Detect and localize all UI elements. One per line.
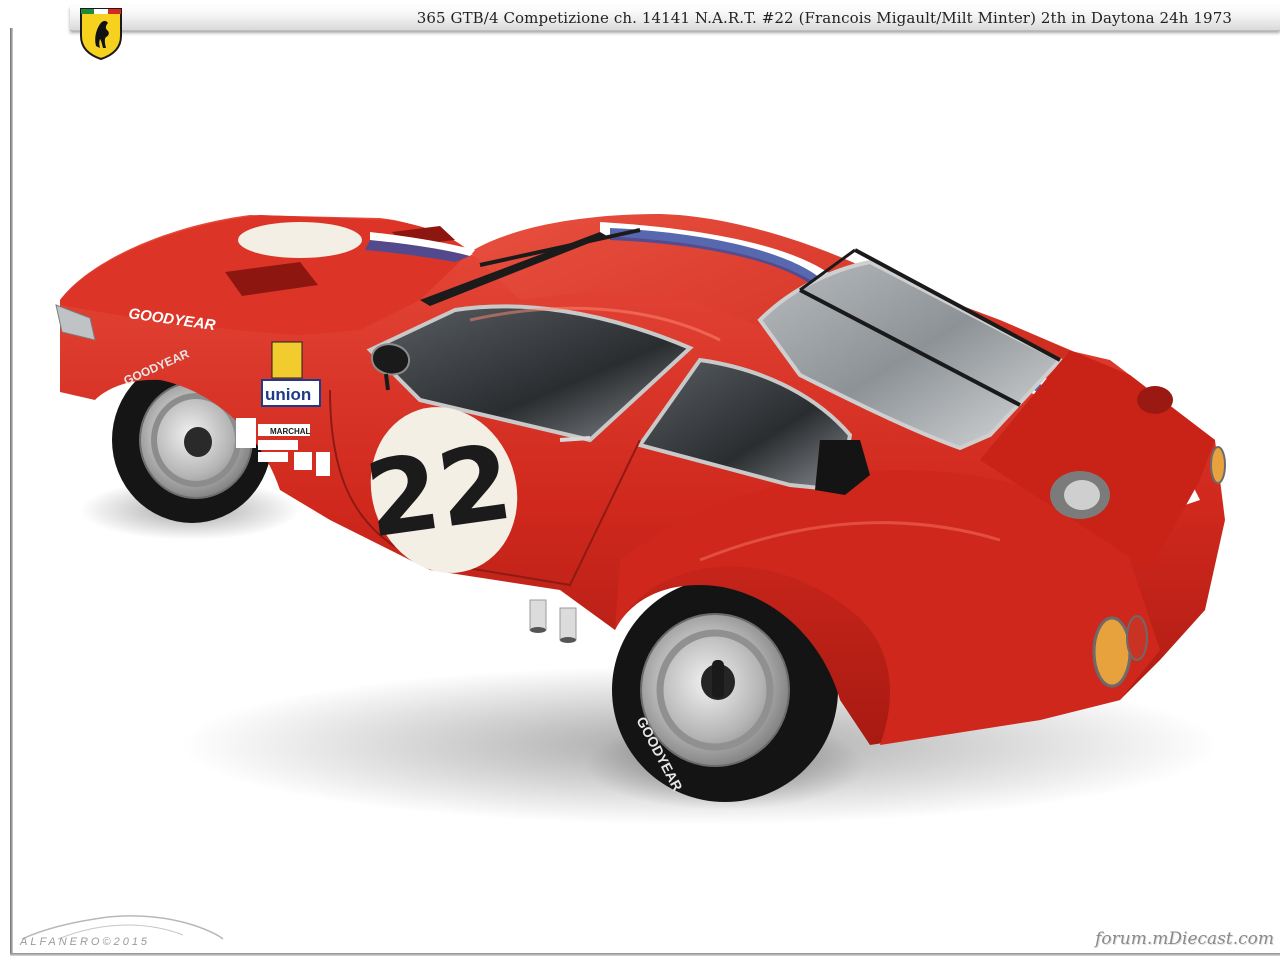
car-photo: 22 GOODYEAR union MARCHAL GOODYEAR GOODY… <box>55 214 1226 825</box>
photo-frame: 22 GOODYEAR union MARCHAL GOODYEAR GOODY… <box>0 0 1280 960</box>
prancing-horse-shield-icon <box>80 8 122 60</box>
sponsor-union: union <box>265 385 311 404</box>
frame-bottom-border <box>10 953 1280 956</box>
race-number: 22 <box>359 421 519 562</box>
frame-left-border <box>10 28 13 956</box>
exhaust-pipes <box>529 599 577 643</box>
photo-title: 365 GTB/4 Competizione ch. 14141 N.A.R.T… <box>416 9 1232 27</box>
watermark-right: forum.mDiecast.com <box>1095 929 1274 949</box>
sponsor-marchal: MARCHAL <box>270 427 311 436</box>
title-bar: 365 GTB/4 Competizione ch. 14141 N.A.R.T… <box>70 6 1280 31</box>
watermark-left: ALFANERO©2015 <box>20 936 151 948</box>
